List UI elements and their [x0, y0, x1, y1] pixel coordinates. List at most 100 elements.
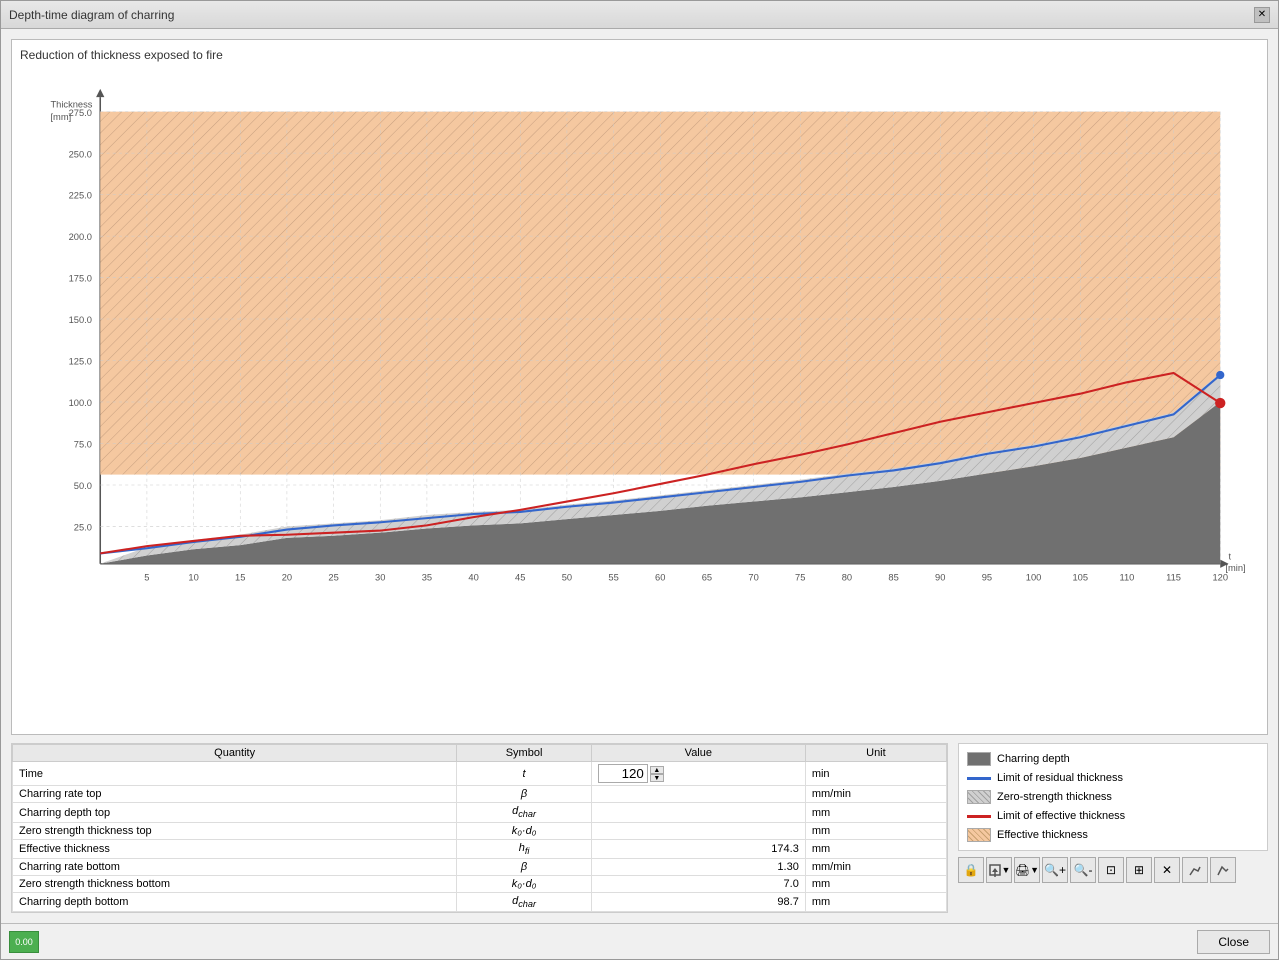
- svg-text:30: 30: [375, 572, 385, 582]
- time-stepper[interactable]: ▲ ▼: [650, 766, 664, 782]
- quantity-charring-depth-top: Charring depth top: [13, 803, 457, 822]
- main-window: Depth-time diagram of charring ✕ Reducti…: [0, 0, 1279, 960]
- legend-swatch-eff-thickness: [967, 828, 991, 842]
- chart-type2-button[interactable]: [1210, 857, 1236, 883]
- legend-residual: Limit of residual thickness: [967, 772, 1259, 784]
- unit-effective-thickness: mm: [805, 839, 946, 858]
- svg-text:[mm]: [mm]: [50, 112, 71, 122]
- col-header-quantity: Quantity: [13, 745, 457, 762]
- symbol-zero-strength-top: k₀·d₀: [457, 822, 592, 839]
- status-value: 0.00: [15, 937, 33, 947]
- quantity-zero-strength-top: Zero strength thickness top: [13, 822, 457, 839]
- svg-text:35: 35: [422, 572, 432, 582]
- window-title: Depth-time diagram of charring: [9, 8, 174, 22]
- table-row: Charring depth bottom dchar 98.7 mm: [13, 892, 947, 911]
- quantity-charring-rate-top: Charring rate top: [13, 786, 457, 803]
- symbol-charring-rate-bottom: β: [457, 858, 592, 875]
- svg-text:85: 85: [888, 572, 898, 582]
- window-close-button[interactable]: ✕: [1254, 7, 1270, 23]
- value-charring-rate-top: [591, 786, 805, 803]
- svg-text:55: 55: [608, 572, 618, 582]
- svg-text:75: 75: [795, 572, 805, 582]
- quantity-effective-thickness: Effective thickness: [13, 839, 457, 858]
- svg-text:100.0: 100.0: [69, 398, 92, 408]
- legend-label-effective: Limit of effective thickness: [997, 810, 1125, 822]
- svg-text:225.0: 225.0: [69, 191, 92, 201]
- unit-charring-rate-top: mm/min: [805, 786, 946, 803]
- bottom-bar: 0.00 Close: [1, 923, 1278, 959]
- clear-zoom-button[interactable]: ✕: [1154, 857, 1180, 883]
- legend-eff-thickness: Effective thickness: [967, 828, 1259, 842]
- svg-text:125.0: 125.0: [69, 357, 92, 367]
- chart-svg: 275.0 250.0 225.0 200.0 175.0 150.0 125.…: [20, 66, 1259, 626]
- table-row: Time t ▲ ▼: [13, 762, 947, 786]
- toolbar: 🔒 ▼ 🖨 ▼ 🔍+ 🔍- ⊡ ⊞ ✕: [958, 857, 1268, 883]
- legend-effective: Limit of effective thickness: [967, 810, 1259, 822]
- legend-zero-strength: Zero-strength thickness: [967, 790, 1259, 804]
- table-row: Charring depth top dchar mm: [13, 803, 947, 822]
- table-row: Zero strength thickness top k₀·d₀ mm: [13, 822, 947, 839]
- legend: Charring depth Limit of residual thickne…: [958, 743, 1268, 851]
- time-input[interactable]: [598, 764, 648, 783]
- bottom-section: Quantity Symbol Value Unit Time t: [11, 743, 1268, 913]
- symbol-charring-depth-bottom: dchar: [457, 892, 592, 911]
- svg-text:10: 10: [188, 572, 198, 582]
- svg-text:75.0: 75.0: [74, 440, 92, 450]
- svg-text:50: 50: [562, 572, 572, 582]
- svg-text:90: 90: [935, 572, 945, 582]
- unit-zero-strength-bottom: mm: [805, 875, 946, 892]
- print-button[interactable]: 🖨 ▼: [1014, 857, 1040, 883]
- chart-type1-button[interactable]: [1182, 857, 1208, 883]
- table-row: Zero strength thickness bottom k₀·d₀ 7.0…: [13, 875, 947, 892]
- unit-zero-strength-top: mm: [805, 822, 946, 839]
- svg-text:25: 25: [328, 572, 338, 582]
- svg-text:5: 5: [144, 572, 149, 582]
- svg-text:45: 45: [515, 572, 525, 582]
- svg-text:120: 120: [1212, 572, 1228, 582]
- svg-text:80: 80: [842, 572, 852, 582]
- unit-time: min: [805, 762, 946, 786]
- value-charring-depth-top: [591, 803, 805, 822]
- time-down-button[interactable]: ▼: [650, 774, 664, 782]
- legend-charring-depth: Charring depth: [967, 752, 1259, 766]
- quantity-charring-rate-bottom: Charring rate bottom: [13, 858, 457, 875]
- value-effective-thickness: 174.3: [591, 839, 805, 858]
- svg-text:95: 95: [982, 572, 992, 582]
- export-button[interactable]: ▼: [986, 857, 1012, 883]
- table-row: Charring rate bottom β 1.30 mm/min: [13, 858, 947, 875]
- value-zero-strength-top: [591, 822, 805, 839]
- svg-text:115: 115: [1166, 572, 1181, 582]
- zoom-rect-button[interactable]: ⊞: [1126, 857, 1152, 883]
- quantity-table: Quantity Symbol Value Unit Time t: [12, 744, 947, 912]
- svg-text:70: 70: [748, 572, 758, 582]
- svg-text:Thickness: Thickness: [50, 99, 92, 109]
- svg-text:100: 100: [1026, 572, 1042, 582]
- svg-text:250.0: 250.0: [69, 149, 92, 159]
- title-bar: Depth-time diagram of charring ✕: [1, 1, 1278, 29]
- legend-swatch-residual: [967, 777, 991, 780]
- fit-button[interactable]: ⊡: [1098, 857, 1124, 883]
- svg-text:175.0: 175.0: [69, 274, 92, 284]
- svg-text:50.0: 50.0: [74, 481, 92, 491]
- symbol-charring-depth-top: dchar: [457, 803, 592, 822]
- chart-container: Reduction of thickness exposed to fire: [11, 39, 1268, 735]
- svg-text:150.0: 150.0: [69, 315, 92, 325]
- chart-title: Reduction of thickness exposed to fire: [20, 48, 1259, 62]
- zoom-in-button[interactable]: 🔍+: [1042, 857, 1068, 883]
- symbol-effective-thickness: hfi: [457, 839, 592, 858]
- quantity-time: Time: [13, 762, 457, 786]
- lock-button[interactable]: 🔒: [958, 857, 984, 883]
- time-up-button[interactable]: ▲: [650, 766, 664, 774]
- svg-text:60: 60: [655, 572, 665, 582]
- table-row: Charring rate top β mm/min: [13, 786, 947, 803]
- legend-swatch-zero-strength: [967, 790, 991, 804]
- legend-swatch-charring: [967, 752, 991, 766]
- symbol-charring-rate-top: β: [457, 786, 592, 803]
- col-header-symbol: Symbol: [457, 745, 592, 762]
- svg-text:110: 110: [1119, 572, 1134, 582]
- zoom-out-button[interactable]: 🔍-: [1070, 857, 1096, 883]
- svg-text:105: 105: [1072, 572, 1088, 582]
- close-button[interactable]: Close: [1197, 930, 1270, 954]
- quantity-charring-depth-bottom: Charring depth bottom: [13, 892, 457, 911]
- value-charring-rate-bottom: 1.30: [591, 858, 805, 875]
